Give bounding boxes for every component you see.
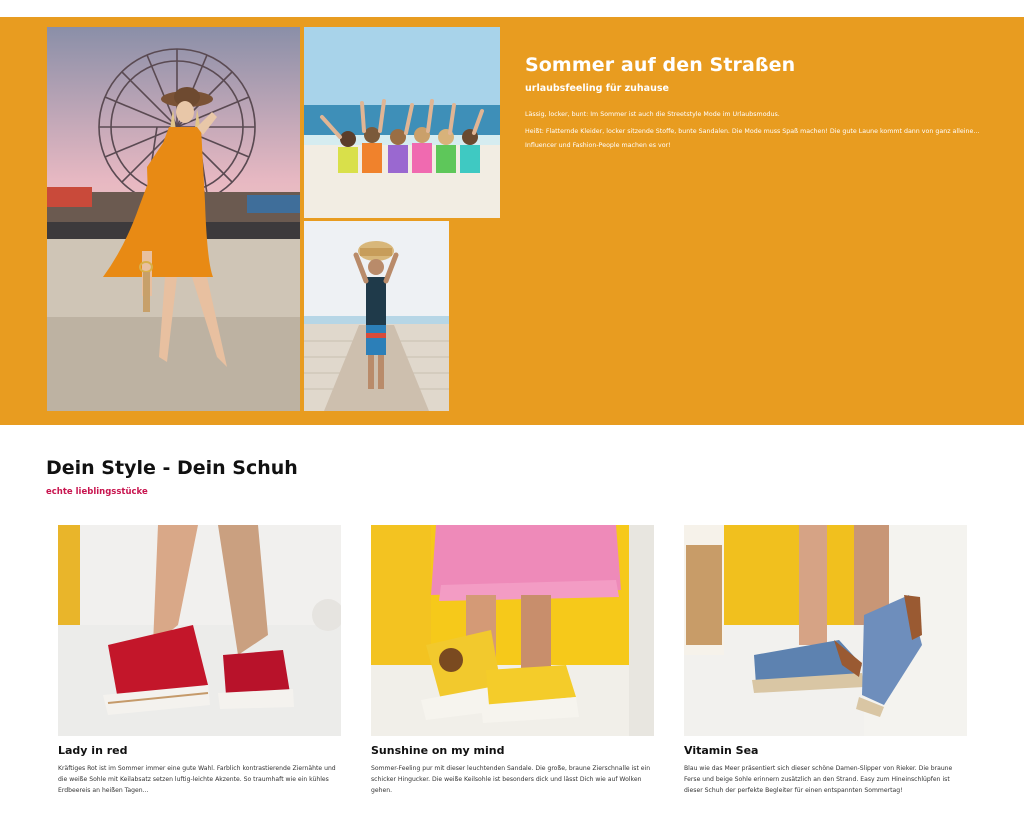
product-card-vitamin-sea[interactable]: Vitamin Sea Blau wie das Meer präsentier… — [684, 525, 967, 796]
section-subtitle: echte lieblingsstücke — [46, 487, 148, 497]
hero-photo-beach-group — [304, 27, 500, 218]
product-image-red-sandal[interactable] — [58, 525, 341, 736]
hero-photo-ferris-wheel — [47, 27, 300, 411]
product-card-lady-in-red[interactable]: Lady in red Kräftiges Rot ist im Sommer … — [58, 525, 341, 796]
product-image-blue-slipper[interactable] — [684, 525, 967, 736]
section-title: Dein Style - Dein Schuh — [46, 457, 298, 479]
product-title[interactable]: Lady in red — [58, 744, 341, 757]
product-description: Kräftiges Rot ist im Sommer immer eine g… — [58, 765, 336, 794]
hero-photo-boardwalk — [304, 221, 449, 411]
hero-paragraph-2: Heißt: Flatternde Kleider, locker sitzen… — [525, 128, 980, 149]
hero-text-block: Sommer auf den Straßen urlaubsfeeling fü… — [525, 54, 985, 153]
hero-banner: Sommer auf den Straßen urlaubsfeeling fü… — [0, 17, 1024, 425]
hero-paragraph-1: Lässig, locker, bunt: Im Sommer ist auch… — [525, 111, 780, 118]
product-card-sunshine[interactable]: Sunshine on my mind Sommer-Feeling pur m… — [371, 525, 654, 796]
product-title[interactable]: Vitamin Sea — [684, 744, 967, 757]
product-image-yellow-sandal[interactable] — [371, 525, 654, 736]
hero-title: Sommer auf den Straßen — [525, 54, 796, 76]
product-description: Blau wie das Meer präsentiert sich diese… — [684, 765, 953, 794]
hero-subtitle: urlaubsfeeling für zuhause — [525, 83, 669, 94]
product-title[interactable]: Sunshine on my mind — [371, 744, 654, 757]
product-description: Sommer-Feeling pur mit dieser leuchtende… — [371, 765, 651, 794]
